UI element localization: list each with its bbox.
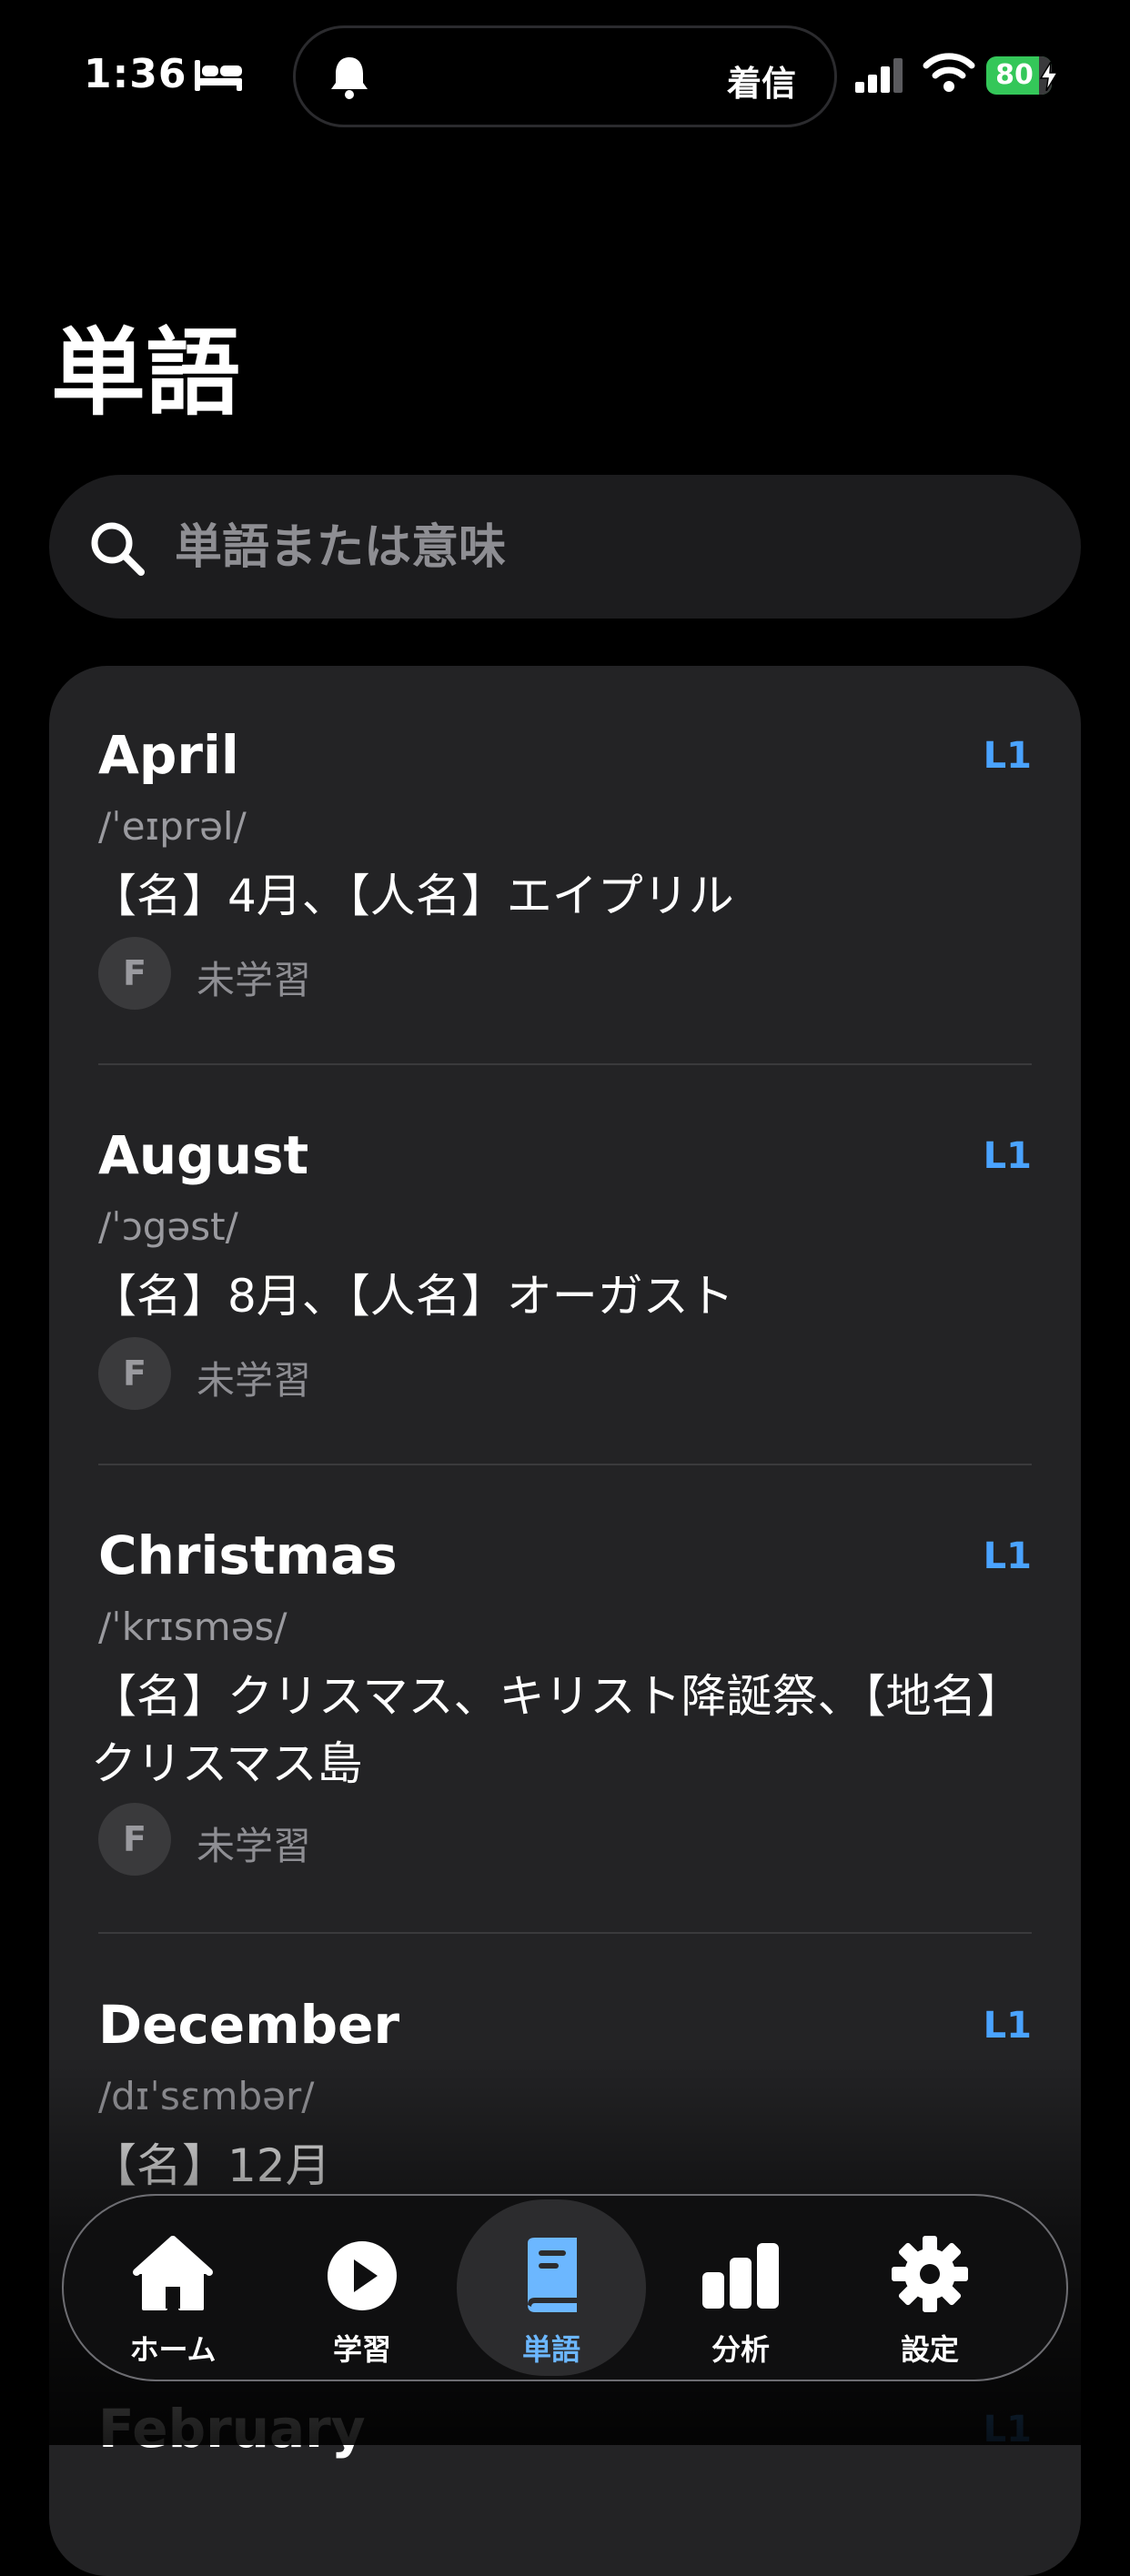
tab-label: 分析 [711,2332,770,2367]
tab-label: 設定 [900,2332,959,2367]
play-icon [328,2241,397,2310]
wifi-icon [923,53,975,92]
phonetic: /ˈkrɪsməs/ [98,1605,288,1649]
meaning: 【名】クリスマス、キリスト降誕祭、【地名】クリスマス島 [91,1670,1023,1790]
list-item[interactable]: August L1 /ˈɔgəst/ 【名】8月、【人名】オーガスト F 未学習 [91,1124,1032,1424]
tab-label: 学習 [332,2332,391,2367]
meaning: 【名】4月、【人名】エイプリル [91,870,734,922]
bed-icon [195,60,242,91]
incoming-call-label: 着信 [726,64,796,104]
battery-level: 80 [995,59,1034,91]
meaning: 【名】8月、【人名】オーガスト [91,1270,734,1323]
status-time: 1:36 [84,51,187,97]
phonetic: /ˈeɪprəl/ [98,804,247,849]
phonetic: /dɪˈsɛmbər/ [98,2074,315,2118]
search-input[interactable] [173,502,1032,593]
dynamic-island[interactable]: 着信 [293,25,837,127]
search-icon [91,522,145,576]
grade-badge: F [98,937,171,1010]
status-label: 未学習 [197,1358,312,1403]
status-label: 未学習 [197,958,312,1002]
home-icon [133,2236,213,2310]
signal-icon [855,58,903,93]
tab-settings[interactable]: 設定 [835,2199,1024,2376]
level-badge: L1 [983,735,1032,777]
level-badge: L1 [983,2409,1032,2450]
word-title: Christmas [98,1524,398,1586]
tab-label: 単語 [521,2332,580,2367]
status-bar: 1:36 着信 80 [0,0,1130,155]
bell-icon [331,57,368,99]
book-icon [528,2238,577,2312]
status-label: 未学習 [197,1824,312,1868]
level-badge: L1 [983,1135,1032,1177]
bar-chart-icon [702,2243,779,2309]
word-title: August [98,1124,309,1186]
phonetic: /ˈɔgəst/ [98,1204,238,1249]
grade-badge: F [98,1337,171,1410]
grade-badge: F [98,1803,171,1876]
tab-analytics[interactable]: 分析 [646,2199,835,2376]
divider [98,1464,1032,1465]
tab-bar: ホーム 学習 単語 分析 設定 [62,2194,1068,2381]
charging-bolt-icon [1039,62,1059,91]
page-title: 単語 [51,317,241,428]
divider [98,1932,1032,1934]
search-bar[interactable] [49,475,1081,619]
tab-study[interactable]: 学習 [267,2199,457,2376]
tab-words[interactable]: 単語 [457,2199,646,2376]
list-item[interactable]: April L1 /ˈeɪprəl/ 【名】4月、【人名】エイプリル F 未学習 [91,724,1032,1024]
list-item[interactable]: Christmas L1 /ˈkrɪsməs/ 【名】クリスマス、キリスト降誕祭… [91,1524,1032,1888]
battery-indicator: 80 [986,56,1059,95]
meaning: 【名】12月 [91,2139,331,2192]
tab-label: ホーム [129,2332,217,2367]
word-title: December [98,1994,400,2056]
level-badge: L1 [983,2005,1032,2047]
word-title: February [98,2398,366,2460]
list-item[interactable]: February L1 [98,2398,1032,2507]
gear-icon [892,2236,968,2312]
level-badge: L1 [983,1535,1032,1577]
word-title: April [98,724,239,786]
divider [98,1063,1032,1065]
tab-home[interactable]: ホーム [78,2199,267,2376]
